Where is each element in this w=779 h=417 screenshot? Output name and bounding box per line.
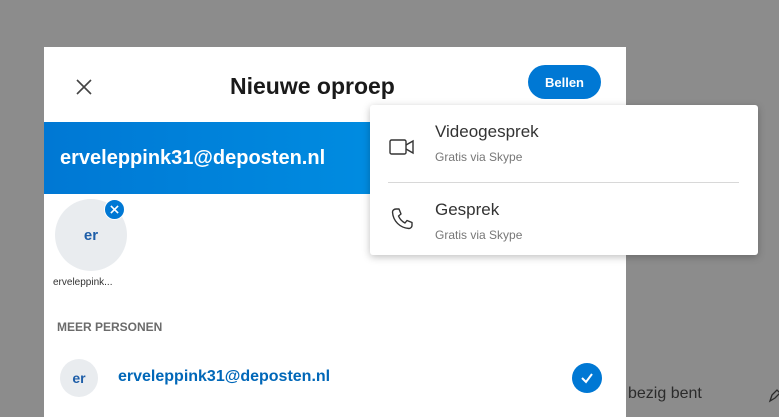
menu-item-video-call[interactable]: Videogesprek Gratis via Skype [370, 105, 758, 179]
remove-contact-button[interactable] [104, 199, 125, 220]
checkmark-icon [581, 373, 593, 384]
video-camera-icon [389, 139, 414, 155]
close-icon[interactable] [74, 77, 94, 97]
pencil-icon [768, 389, 779, 403]
selected-checkbox[interactable] [572, 363, 602, 393]
avatar: er [60, 359, 98, 397]
call-button[interactable]: Bellen [528, 65, 601, 99]
remove-icon [110, 205, 119, 214]
section-label-more-people: MEER PERSONEN [57, 320, 163, 334]
menu-item-label: Videogesprek [435, 122, 539, 141]
menu-item-label: Gesprek [435, 200, 500, 219]
contact-email: erveleppink31@deposten.nl [118, 368, 331, 385]
selected-contact-name: erveleppink... [53, 277, 113, 288]
menu-item-audio-call[interactable]: Gesprek Gratis via Skype [370, 183, 758, 257]
selected-contact-chip[interactable]: er erveleppink... [53, 199, 133, 289]
dialog-title: Nieuwe oproep [230, 73, 395, 99]
menu-item-sublabel: Gratis via Skype [435, 150, 523, 164]
contact-list-item[interactable]: er erveleppink31@deposten.nl [44, 355, 626, 401]
call-type-menu: Videogesprek Gratis via Skype Gesprek Gr… [370, 105, 758, 255]
background-partial-text: bezig bent [628, 385, 702, 402]
phone-icon [391, 208, 413, 230]
menu-item-sublabel: Gratis via Skype [435, 228, 523, 242]
banner-email: erveleppink31@deposten.nl [60, 147, 326, 169]
